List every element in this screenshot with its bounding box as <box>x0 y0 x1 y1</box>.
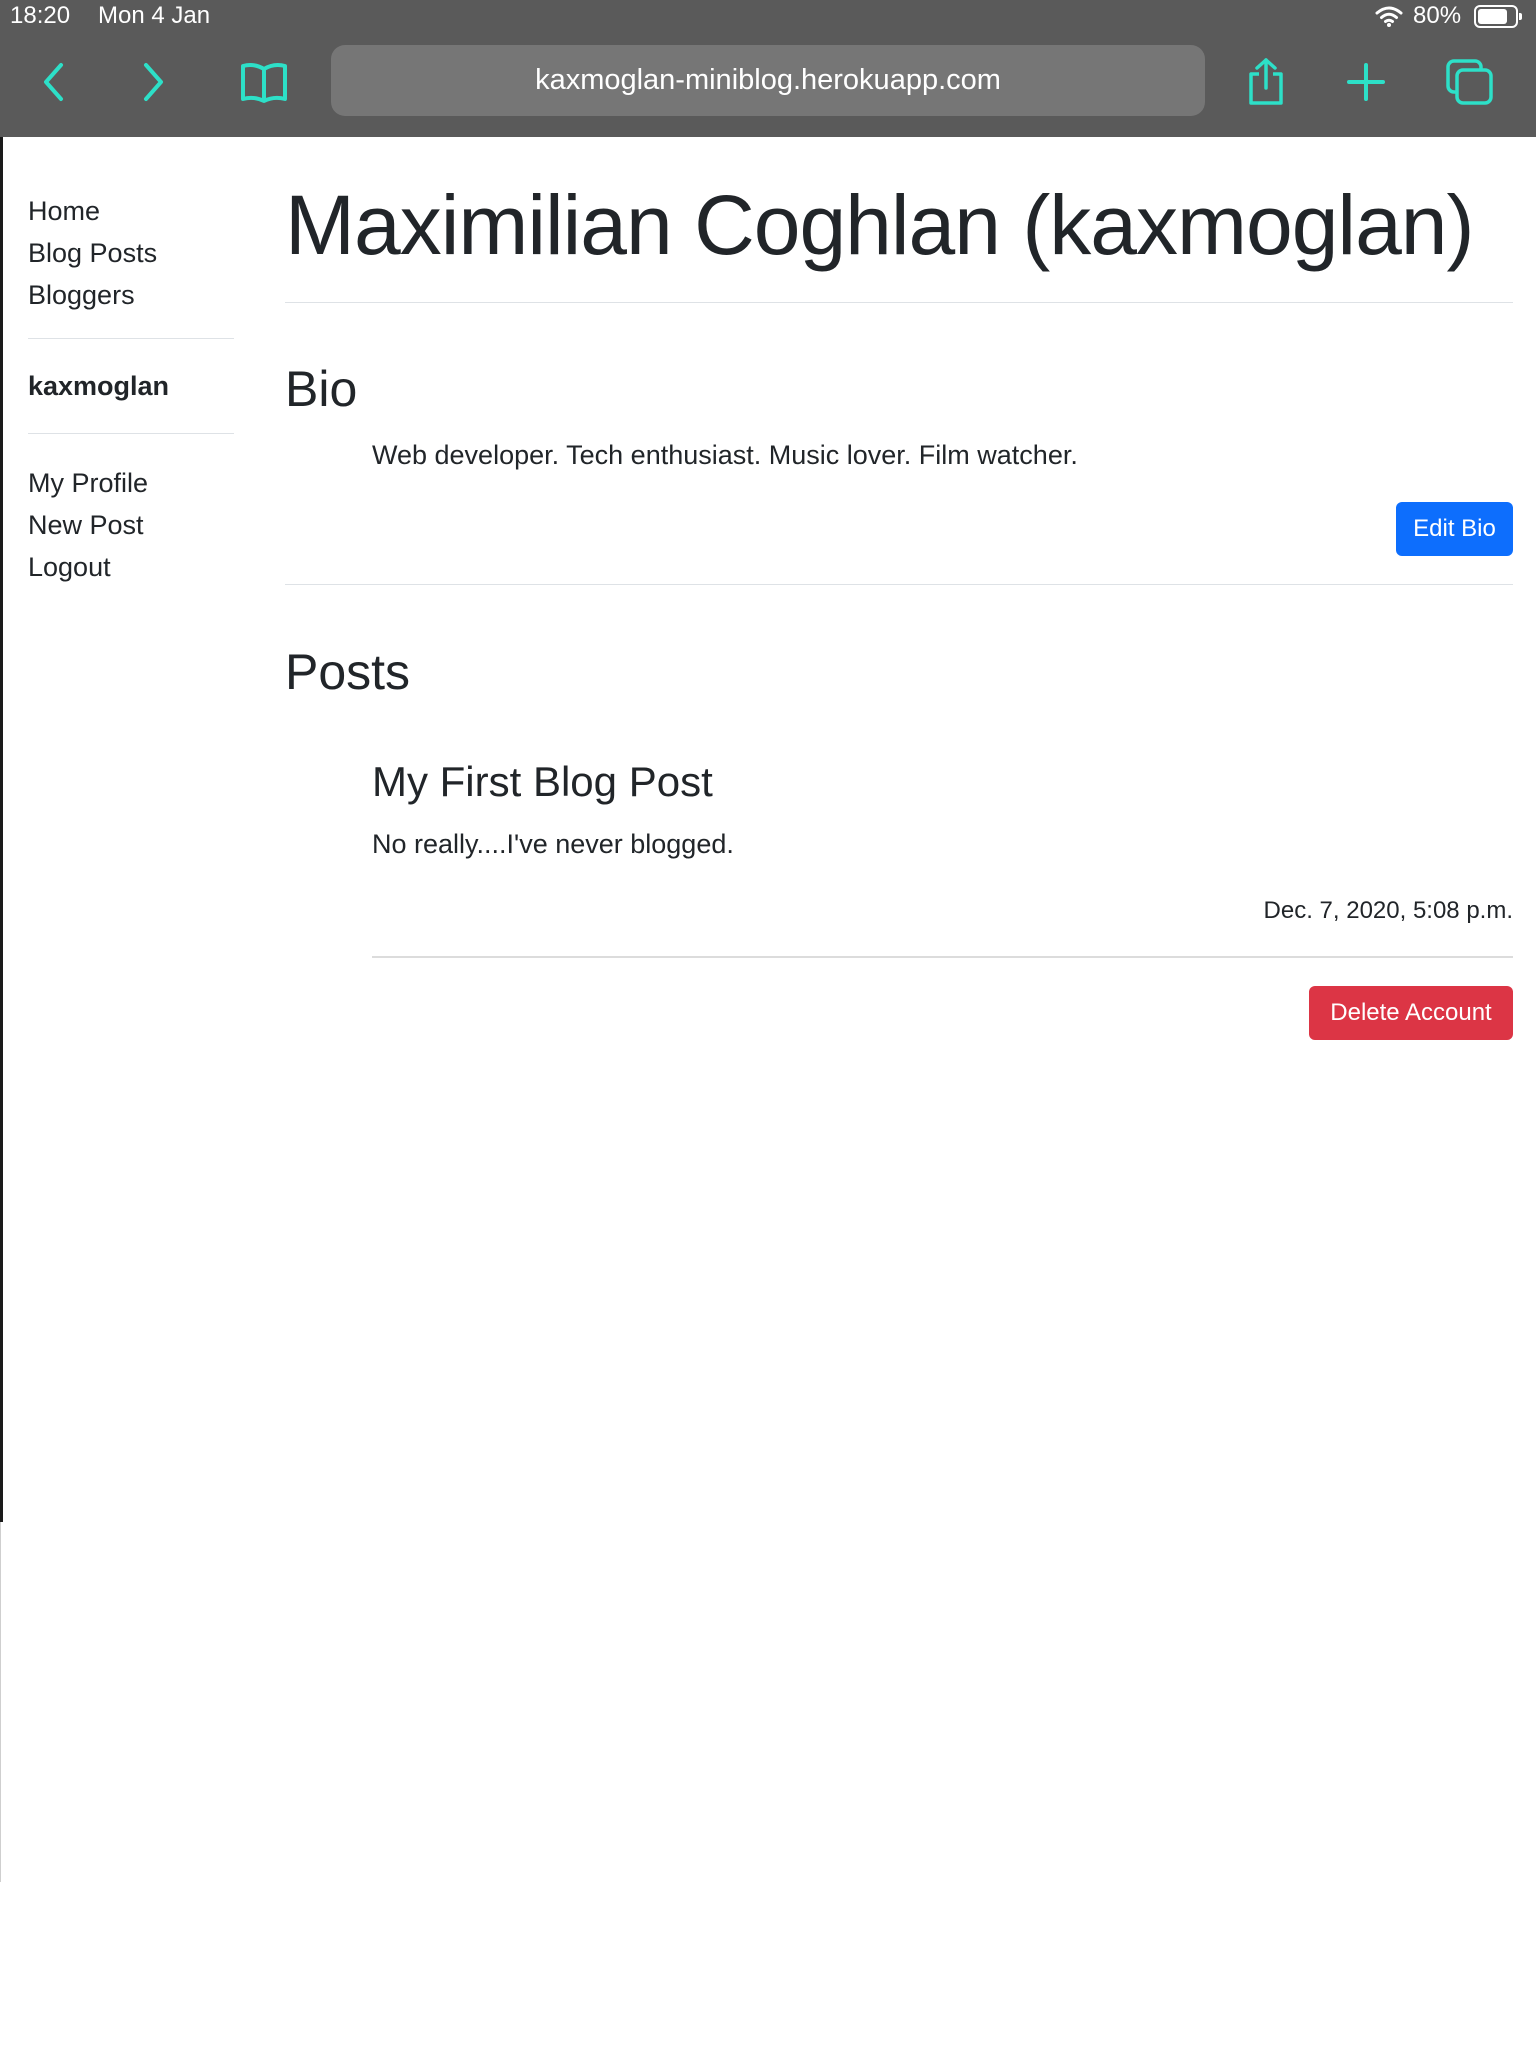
post-body: No really....I've never blogged. <box>372 829 734 859</box>
tabs-icon <box>1446 59 1493 105</box>
sidebar-nav: Home Blog Posts Bloggers <box>28 190 234 316</box>
new-tab-icon <box>1347 63 1385 101</box>
sidebar-link-blog-posts[interactable]: Blog Posts <box>28 232 234 274</box>
sidebar-link-bloggers[interactable]: Bloggers <box>28 274 234 316</box>
sidebar-divider <box>28 338 234 339</box>
sidebar-link-logout[interactable]: Logout <box>28 546 234 588</box>
forward-button[interactable] <box>125 54 181 110</box>
page-edge <box>0 137 3 1522</box>
post-date: Dec. 7, 2020, 5:08 p.m. <box>1263 897 1513 924</box>
title-divider <box>285 302 1513 303</box>
status-bar: 18:20 Mon 4 Jan 80% <box>0 0 1536 34</box>
url-text: kaxmoglan-miniblog.herokuapp.com <box>535 64 1001 96</box>
tabs-button[interactable] <box>1442 54 1498 110</box>
bio-heading: Bio <box>285 361 358 417</box>
sidebar-user-nav: My Profile New Post Logout <box>28 462 234 588</box>
wifi-icon <box>1374 4 1404 35</box>
battery-level <box>1478 9 1507 24</box>
status-date: Mon 4 Jan <box>98 2 211 29</box>
address-bar[interactable]: kaxmoglan-miniblog.herokuapp.com <box>331 45 1205 116</box>
post-title[interactable]: My First Blog Post <box>372 755 713 809</box>
battery-icon <box>1474 5 1522 28</box>
delete-account-button[interactable]: Delete Account <box>1309 986 1513 1040</box>
edit-bio-button[interactable]: Edit Bio <box>1396 502 1513 556</box>
share-icon <box>1249 58 1283 105</box>
sidebar-username: kaxmoglan <box>28 371 170 401</box>
bio-divider <box>285 584 1513 585</box>
bookmarks-button[interactable] <box>236 54 292 110</box>
sidebar-link-my-profile[interactable]: My Profile <box>28 462 234 504</box>
sidebar-divider <box>28 433 234 434</box>
page-edge-lower <box>0 1522 1 1882</box>
back-icon <box>44 63 63 101</box>
battery-nub <box>1519 13 1522 20</box>
bookmarks-icon <box>241 63 287 103</box>
new-tab-button[interactable] <box>1338 54 1394 110</box>
sidebar: Home Blog Posts Bloggers kaxmoglan My Pr… <box>28 190 234 588</box>
forward-icon <box>144 63 163 101</box>
back-button[interactable] <box>26 54 82 110</box>
sidebar-link-new-post[interactable]: New Post <box>28 504 234 546</box>
post-divider <box>372 956 1513 958</box>
posts-heading: Posts <box>285 644 411 700</box>
browser-chrome: 18:20 Mon 4 Jan 80% kaxmoglan-miniblog.h… <box>0 0 1536 137</box>
battery-percent: 80% <box>1413 2 1462 29</box>
sidebar-link-home[interactable]: Home <box>28 190 234 232</box>
status-time: 18:20 <box>10 2 71 29</box>
page-title: Maximilian Coghlan (kaxmoglan) <box>285 178 1474 272</box>
share-button[interactable] <box>1238 54 1294 110</box>
bio-text: Web developer. Tech enthusiast. Music lo… <box>372 440 1078 470</box>
